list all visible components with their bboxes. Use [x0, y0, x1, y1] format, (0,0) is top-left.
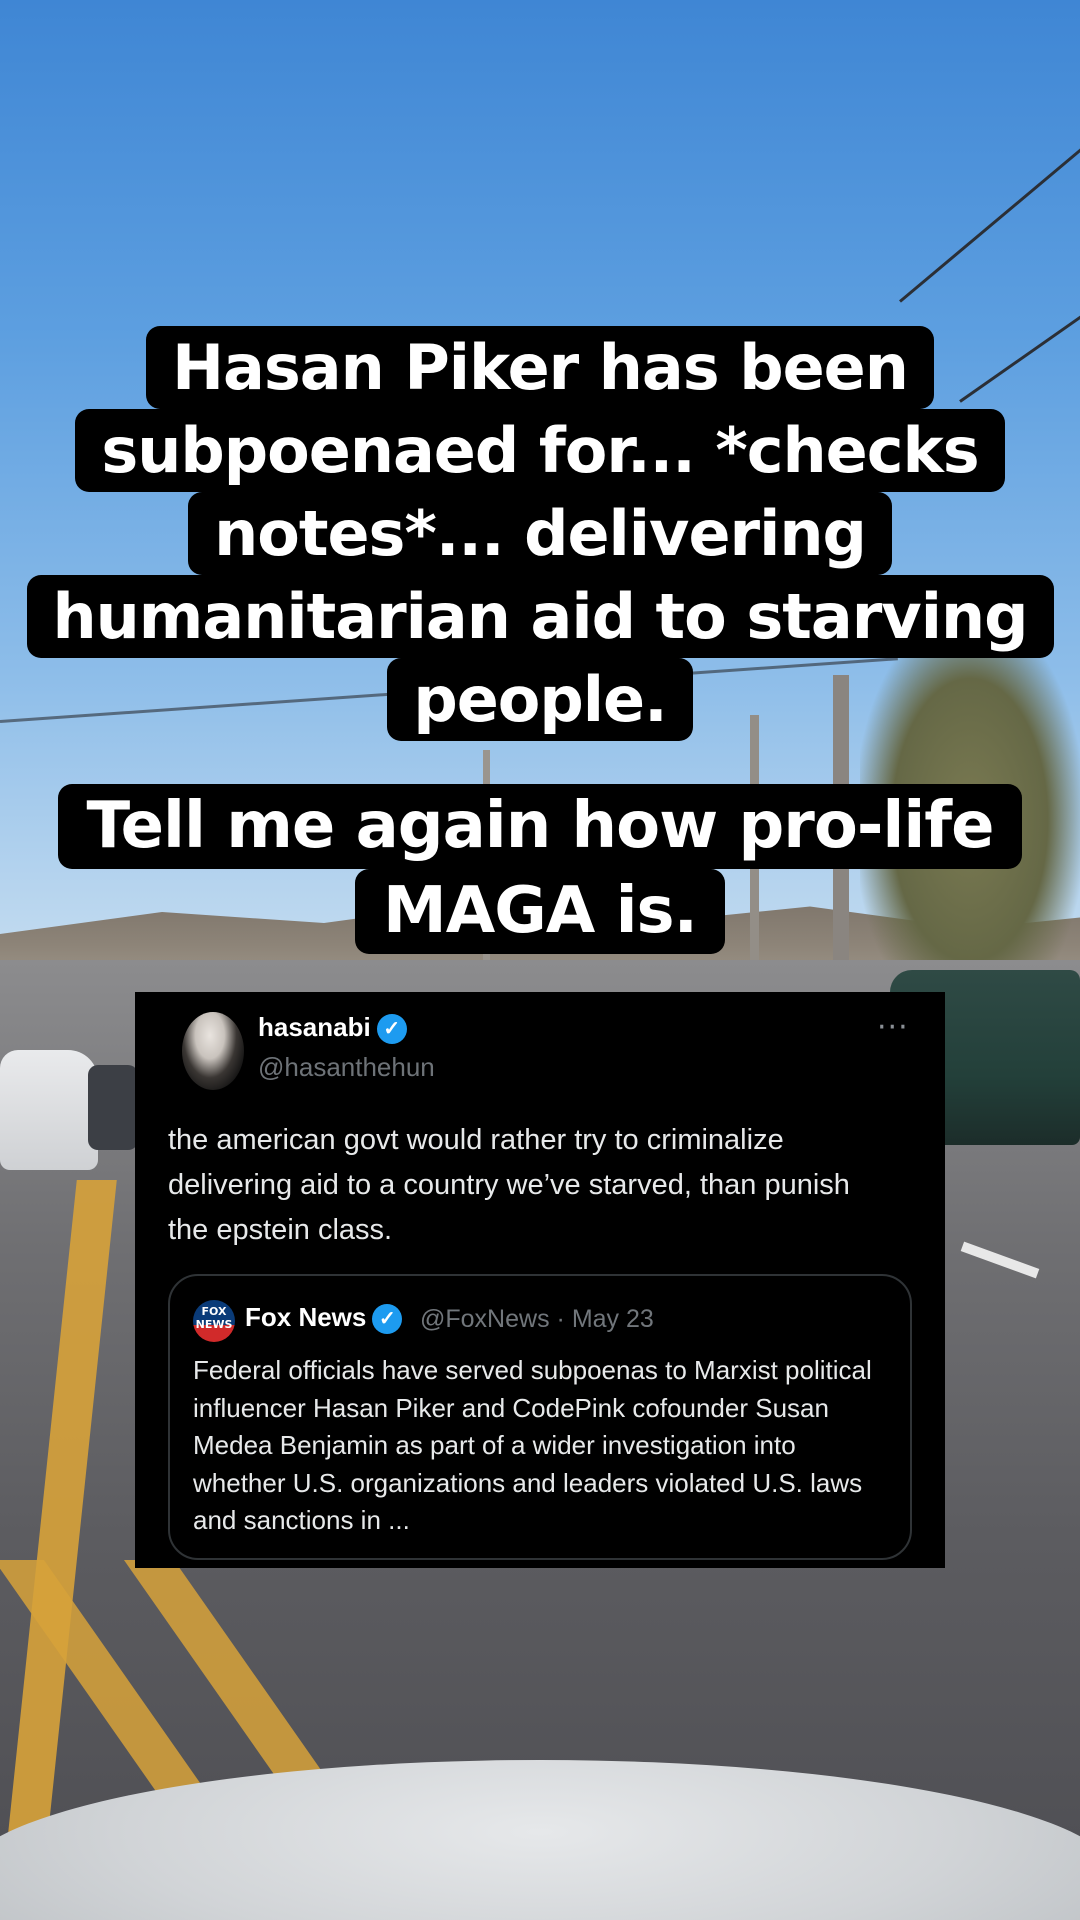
caption-top: Hasan Piker has been subpoenaed for... *… [0, 326, 1080, 741]
caption-line: Hasan Piker has been [0, 326, 1080, 409]
quoted-meta: @FoxNews · May 23 [420, 1305, 654, 1334]
tweet-card[interactable]: hasanabi ✓ @hasanthehun ··· the american … [135, 992, 945, 1568]
avatar[interactable] [182, 1012, 244, 1090]
dark-car [88, 1065, 138, 1150]
quoted-text: Federal officials have served subpoenas … [193, 1355, 872, 1535]
author-handle[interactable]: @hasanthehun [258, 1052, 435, 1083]
caption-bottom: Tell me again how pro-life MAGA is. [0, 784, 1080, 954]
caption-line: humanitarian aid to starving [0, 575, 1080, 658]
caption-line: people. [0, 658, 1080, 741]
caption-line: subpoenaed for... *checks [0, 409, 1080, 492]
caption-text: notes*... delivering [188, 492, 892, 575]
quoted-tweet[interactable]: FOX NEWS Fox News ✓ @FoxNews · May 23 Fed… [168, 1274, 912, 1560]
verified-badge-icon: ✓ [376, 1014, 407, 1045]
caption-text: subpoenaed for... *checks [75, 409, 1005, 492]
caption-line: notes*... delivering [0, 492, 1080, 575]
caption-text: MAGA is. [355, 869, 725, 954]
verified-badge-icon: ✓ [372, 1304, 403, 1335]
caption-text: Hasan Piker has been [146, 326, 934, 409]
quoted-author-name-text: Fox News [245, 1302, 367, 1332]
caption-text: Tell me again how pro-life [58, 784, 1022, 869]
caption-text: people. [387, 658, 693, 741]
more-options-icon[interactable]: ··· [877, 1010, 909, 1045]
fox-news-logo-icon: FOX NEWS [193, 1300, 235, 1342]
caption-line: MAGA is. [0, 869, 1080, 954]
quoted-author-name: Fox News ✓ [245, 1302, 403, 1335]
background-photo [0, 0, 1080, 1920]
meta-separator: · [556, 1305, 565, 1333]
author-name[interactable]: hasanabi ✓ [258, 1012, 407, 1045]
caption-line: Tell me again how pro-life [0, 784, 1080, 869]
tweet-text: the american govt would rather try to cr… [168, 1124, 850, 1246]
quoted-handle: @FoxNews [420, 1305, 550, 1333]
white-suv [0, 1050, 98, 1170]
quoted-date: May 23 [571, 1305, 654, 1333]
author-name-text: hasanabi [258, 1012, 371, 1042]
caption-text: humanitarian aid to starving [26, 575, 1054, 658]
